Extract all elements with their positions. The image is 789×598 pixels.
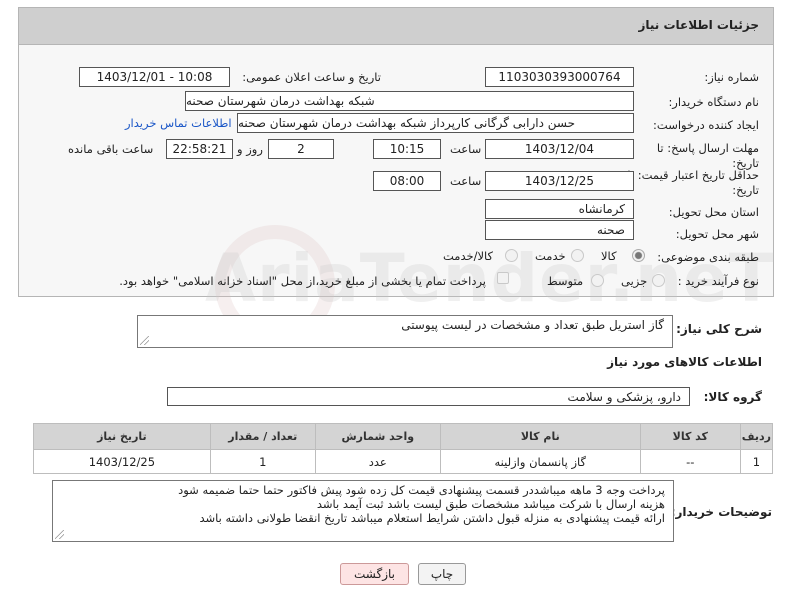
category-radio-goods[interactable]: [632, 249, 645, 262]
print-button[interactable]: چاپ: [418, 563, 466, 585]
cell-row: 1: [739, 449, 774, 474]
province-field: کرمانشاه: [485, 199, 634, 219]
treasury-payment-checkbox[interactable]: [497, 272, 509, 284]
need-number-label: شماره نیاز:: [704, 70, 759, 84]
buyer-notes-line: هزینه ارسال با شرکت میباشد مشخصات طبق لی…: [316, 497, 665, 511]
category-radio-service[interactable]: [571, 249, 584, 262]
table-row: 1 -- گاز پانسمان وازلینه عدد 1 1403/12/2…: [33, 449, 774, 474]
buyer-notes-line: ارائه قیمت پیشنهادی به منزله قبول داشتن …: [199, 511, 665, 525]
goods-group-field: دارو، پزشکی و سلامت: [167, 387, 690, 406]
back-button[interactable]: بازگشت: [340, 563, 409, 585]
goods-table: ردیف کد کالا نام کالا واحد شمارش تعداد /…: [33, 423, 774, 474]
validity-label: حداقل تاریخ اعتبار قیمت: تا تاریخ:: [627, 168, 759, 197]
remaining-time-field: 22:58:21: [166, 139, 233, 159]
description-text: گاز استریل طبق تعداد و مشخصات در لیست پی…: [401, 318, 664, 332]
col-name: نام کالا: [439, 423, 641, 450]
table-header-row: ردیف کد کالا نام کالا واحد شمارش تعداد /…: [33, 423, 774, 450]
category-option-goods-service: کالا/خدمت: [443, 249, 494, 263]
purchase-type-label: نوع فرآیند خرید :: [677, 274, 759, 288]
goods-info-title: اطلاعات کالاهای مورد نیاز: [607, 355, 762, 369]
validity-hour-label: ساعت: [450, 174, 482, 188]
purchase-option-medium: متوسط: [547, 274, 584, 288]
buyer-notes-textarea[interactable]: پرداخت وجه 3 ماهه میباشددر قسمت پیشنهادی…: [52, 480, 674, 542]
announce-field: 1403/12/01 - 10:08: [79, 67, 230, 87]
deadline-date-field: 1403/12/04: [485, 139, 634, 159]
buyer-contact-link[interactable]: اطلاعات تماس خریدار: [125, 116, 232, 130]
resize-grip-icon[interactable]: [140, 336, 149, 345]
col-quantity: تعداد / مقدار: [209, 423, 316, 450]
buyer-org-label: نام دستگاه خریدار:: [668, 95, 759, 109]
creator-field: حسن دارابی گرگانی کارپرداز شبکه بهداشت د…: [237, 113, 634, 133]
col-need-date: تاریخ نیاز: [33, 423, 211, 450]
resize-grip-icon[interactable]: [55, 530, 64, 539]
days-label: روز و: [237, 142, 263, 156]
purchase-radio-minor[interactable]: [652, 274, 665, 287]
goods-group-label: گروه کالا:: [703, 390, 762, 404]
validity-date-field: 1403/12/25: [485, 171, 634, 191]
cell-quantity: 1: [209, 449, 316, 474]
col-row: ردیف: [739, 423, 774, 450]
validity-time-field: 08:00: [373, 171, 441, 191]
col-unit: واحد شمارش: [314, 423, 441, 450]
treasury-payment-note: پرداخت تمام یا بخشی از مبلغ خرید،از محل …: [119, 274, 486, 288]
days-field: 2: [268, 139, 334, 159]
description-label: شرح کلی نیاز:: [676, 322, 762, 336]
city-label: شهر محل تحویل:: [675, 227, 759, 241]
buyer-org-field: شبکه بهداشت درمان شهرستان صحنه: [185, 91, 634, 111]
need-number-field: 1103030393000764: [485, 67, 634, 87]
cell-code: --: [639, 449, 741, 474]
page-title: جزئیات اطلاعات نیاز: [638, 18, 759, 32]
category-radio-goods-service[interactable]: [505, 249, 518, 262]
buyer-notes-line: پرداخت وجه 3 ماهه میباشددر قسمت پیشنهادی…: [178, 483, 665, 497]
cell-unit: عدد: [314, 449, 441, 474]
city-field: صحنه: [485, 220, 634, 240]
category-label: طبقه بندی موضوعی:: [657, 250, 759, 264]
buyer-notes-label: توضیحات خریدار:: [670, 505, 772, 519]
description-textarea[interactable]: گاز استریل طبق تعداد و مشخصات در لیست پی…: [137, 315, 673, 348]
col-code: کد کالا: [639, 423, 741, 450]
announce-label: تاریخ و ساعت اعلان عمومی:: [242, 70, 381, 84]
cell-name: گاز پانسمان وازلینه: [439, 449, 641, 474]
province-label: استان محل تحویل:: [668, 205, 759, 219]
cell-need-date: 1403/12/25: [33, 449, 211, 474]
category-option-goods: کالا: [601, 249, 617, 263]
deadline-label: مهلت ارسال پاسخ: تا تاریخ:: [656, 141, 759, 170]
remaining-label: ساعت باقی مانده: [68, 142, 154, 156]
deadline-time-field: 10:15: [373, 139, 441, 159]
category-option-service: خدمت: [535, 249, 566, 263]
purchase-radio-medium[interactable]: [591, 274, 604, 287]
creator-label: ایجاد کننده درخواست:: [653, 118, 759, 132]
deadline-hour-label: ساعت: [450, 142, 482, 156]
purchase-option-minor: جزیی: [621, 274, 648, 288]
